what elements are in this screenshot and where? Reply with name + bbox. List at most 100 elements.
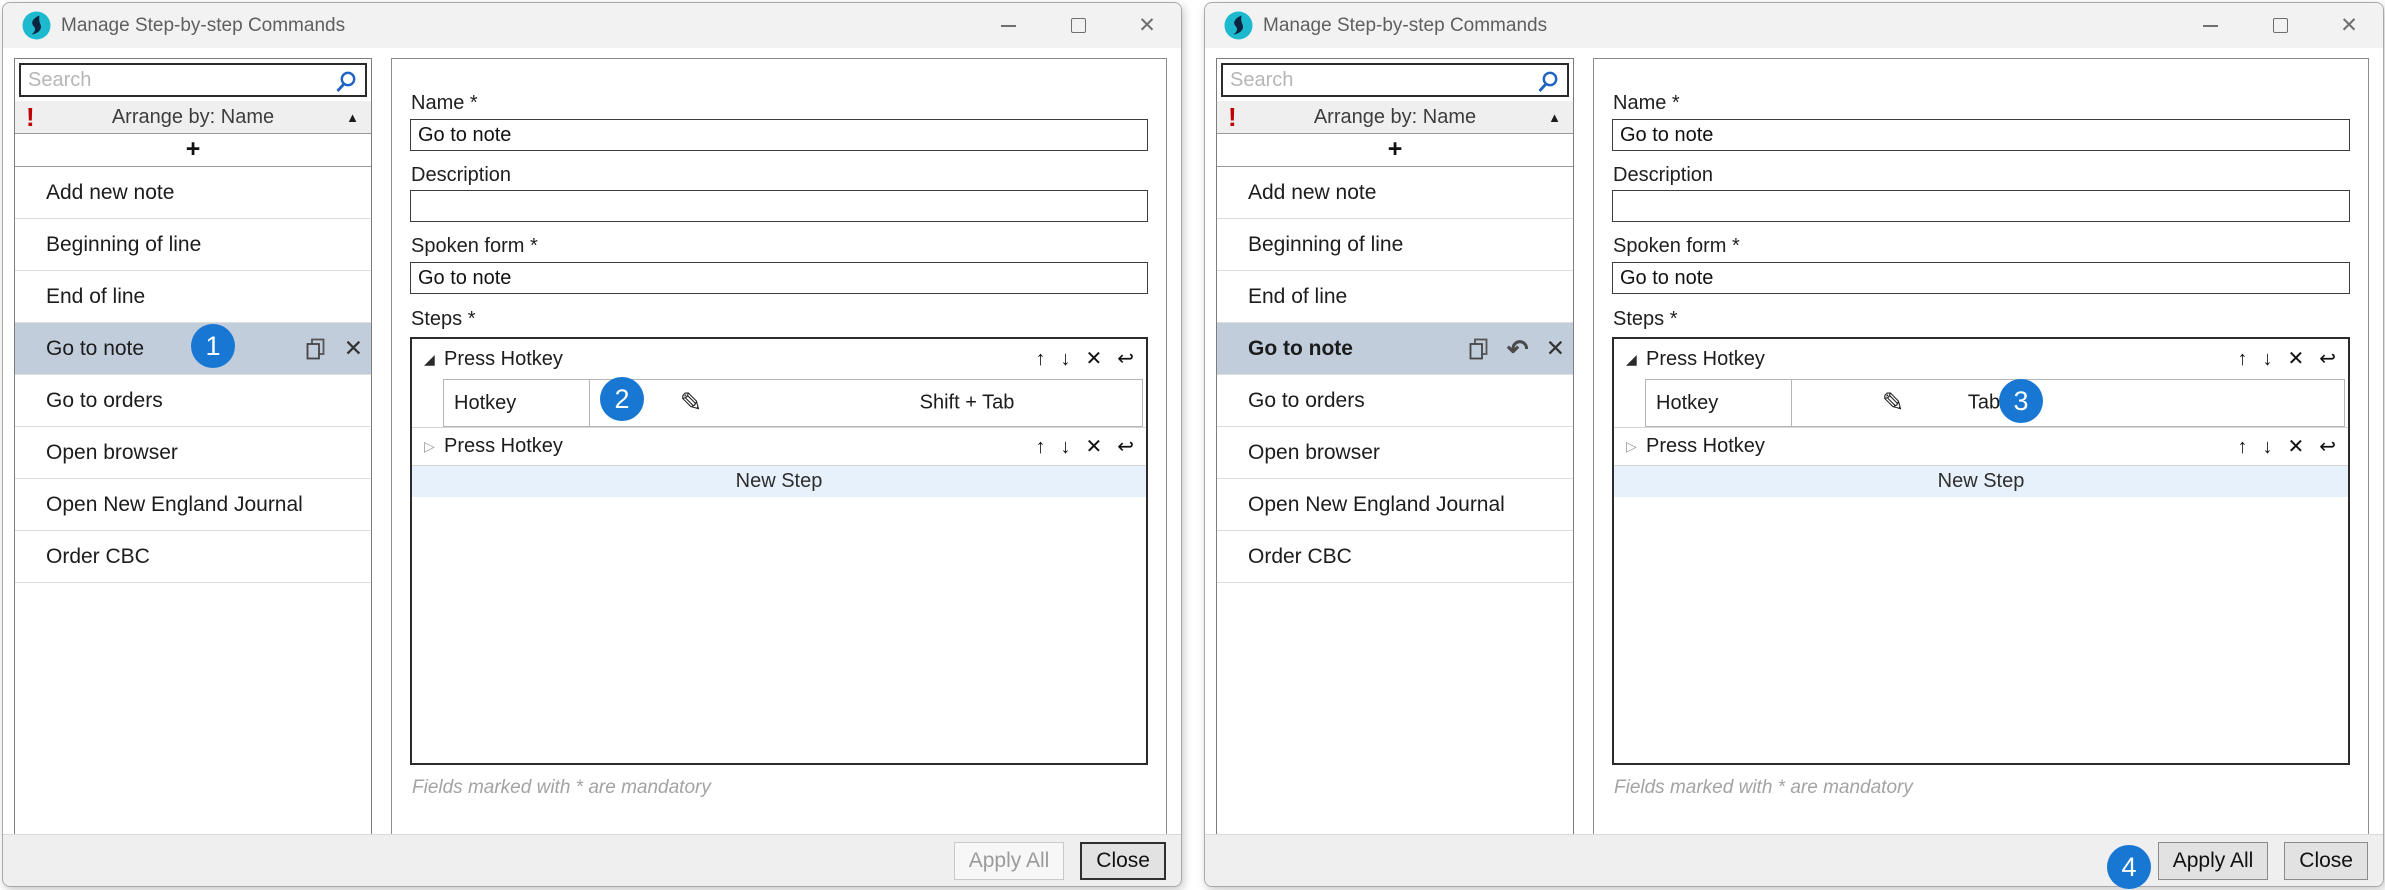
description-field[interactable]: [410, 190, 1148, 222]
step-press-hotkey-collapsed[interactable]: ▷ Press Hotkey ↑ ↓ ✕ ↩: [412, 427, 1146, 466]
move-step-down-icon[interactable]: ↓: [1060, 349, 1070, 369]
search-icon[interactable]: [1535, 69, 1561, 95]
expand-step-icon[interactable]: ▷: [424, 438, 444, 455]
collapse-step-icon[interactable]: ◢: [1626, 351, 1646, 368]
arrange-by-header[interactable]: ! Arrange by: Name ▲: [1217, 101, 1573, 134]
sidebar-item-end-of-line[interactable]: End of line: [1217, 271, 1573, 323]
description-label: Description: [411, 164, 511, 187]
search-input[interactable]: [1223, 65, 1567, 95]
close-button[interactable]: Close: [1080, 842, 1166, 880]
minimize-button[interactable]: [2187, 10, 2233, 41]
sidebar-item-open-new-england-journal[interactable]: Open New England Journal: [15, 479, 371, 531]
edit-hotkey-icon[interactable]: ✎: [680, 388, 703, 419]
spoken-form-label: Spoken form *: [411, 235, 538, 258]
reset-step-icon[interactable]: ↩: [1117, 349, 1134, 369]
maximize-icon: [1071, 18, 1086, 33]
mandatory-fields-note: Fields marked with * are mandatory: [412, 777, 711, 799]
annotation-badge-4: 4: [2107, 845, 2151, 889]
sidebar-item-add-new-note[interactable]: Add new note: [1217, 167, 1573, 219]
sidebar-item-open-browser[interactable]: Open browser: [15, 427, 371, 479]
apply-all-button[interactable]: Apply All: [2158, 842, 2269, 880]
maximize-button[interactable]: [1055, 10, 1101, 41]
close-button[interactable]: Close: [2284, 842, 2368, 880]
hotkey-value[interactable]: Tab: [1968, 392, 2000, 415]
spoken-form-field[interactable]: [1612, 262, 2350, 294]
new-step-button[interactable]: New Step: [412, 466, 1146, 497]
maximize-button[interactable]: [2257, 10, 2303, 41]
close-window-button[interactable]: ✕: [2326, 10, 2372, 41]
steps-list: ◢ Press Hotkey ↑ ↓ ✕ ↩ Hotkey ✎ Shift + …: [410, 337, 1148, 765]
description-field[interactable]: [1612, 190, 2350, 222]
annotation-badge-3: 3: [1999, 379, 2043, 423]
name-field[interactable]: [1612, 119, 2350, 151]
steps-label: Steps *: [411, 308, 475, 331]
delete-step-icon[interactable]: ✕: [1085, 349, 1102, 369]
add-command-button[interactable]: +: [15, 134, 371, 167]
search-icon[interactable]: [333, 69, 359, 95]
spoken-form-field[interactable]: [410, 262, 1148, 294]
sidebar-item-open-new-england-journal[interactable]: Open New England Journal: [1217, 479, 1573, 531]
search-input[interactable]: [21, 65, 365, 95]
command-detail-panel: Name * Description Spoken form * Steps *…: [1593, 58, 2369, 838]
move-step-up-icon[interactable]: ↑: [2237, 437, 2247, 457]
dialog-footer: Apply All Close: [1205, 834, 2383, 886]
apply-all-button[interactable]: Apply All: [954, 842, 1065, 880]
step-press-hotkey-expanded[interactable]: ◢ Press Hotkey ↑ ↓ ✕ ↩: [412, 339, 1146, 379]
edit-hotkey-icon[interactable]: ✎: [1882, 388, 1905, 419]
move-step-up-icon[interactable]: ↑: [2237, 349, 2247, 369]
delete-step-icon[interactable]: ✕: [2287, 437, 2304, 457]
sidebar-item-beginning-of-line[interactable]: Beginning of line: [1217, 219, 1573, 271]
annotation-badge-2: 2: [600, 377, 644, 421]
hotkey-editor-row: Hotkey ✎ Shift + Tab: [443, 379, 1143, 427]
delete-step-icon[interactable]: ✕: [1085, 437, 1102, 457]
move-step-down-icon[interactable]: ↓: [2262, 437, 2272, 457]
mandatory-fields-note: Fields marked with * are mandatory: [1614, 777, 1913, 799]
sidebar-item-go-to-orders[interactable]: Go to orders: [15, 375, 371, 427]
collapse-step-icon[interactable]: ◢: [424, 351, 444, 368]
command-detail-panel: Name * Description Spoken form * Steps *…: [391, 58, 1167, 838]
sidebar-item-add-new-note[interactable]: Add new note: [15, 167, 371, 219]
dialog-footer: Apply All Close: [3, 834, 1181, 886]
name-label: Name *: [411, 92, 478, 115]
description-label: Description: [1613, 164, 1713, 187]
undo-changes-icon[interactable]: ↶: [1507, 336, 1529, 362]
sidebar-item-open-browser[interactable]: Open browser: [1217, 427, 1573, 479]
sort-ascending-icon: ▲: [346, 110, 359, 125]
close-window-button[interactable]: ✕: [1124, 10, 1170, 41]
sidebar-item-order-cbc[interactable]: Order CBC: [1217, 531, 1573, 583]
delete-command-icon[interactable]: ✕: [344, 335, 363, 362]
dragon-app-icon: [1224, 11, 1253, 40]
delete-command-icon[interactable]: ✕: [1546, 335, 1565, 362]
window-manage-commands-before: Manage Step-by-step Commands ✕ ! Arrange…: [2, 2, 1182, 887]
sidebar-item-go-to-note-selected[interactable]: Go to note ↶ ✕: [1217, 323, 1573, 375]
minimize-icon: [2203, 25, 2218, 27]
titlebar[interactable]: Manage Step-by-step Commands ✕: [1205, 3, 2383, 48]
hotkey-value[interactable]: Shift + Tab: [920, 392, 1015, 415]
name-field[interactable]: [410, 119, 1148, 151]
titlebar[interactable]: Manage Step-by-step Commands ✕: [3, 3, 1181, 48]
sidebar-item-beginning-of-line[interactable]: Beginning of line: [15, 219, 371, 271]
delete-step-icon[interactable]: ✕: [2287, 349, 2304, 369]
minimize-button[interactable]: [985, 10, 1031, 41]
move-step-down-icon[interactable]: ↓: [1060, 437, 1070, 457]
sidebar-item-end-of-line[interactable]: End of line: [15, 271, 371, 323]
maximize-icon: [2273, 18, 2288, 33]
copy-command-icon[interactable]: [305, 337, 327, 361]
move-step-up-icon[interactable]: ↑: [1035, 349, 1045, 369]
step-press-hotkey-collapsed[interactable]: ▷ Press Hotkey ↑ ↓ ✕ ↩: [1614, 427, 2348, 466]
move-step-up-icon[interactable]: ↑: [1035, 437, 1045, 457]
add-command-button[interactable]: +: [1217, 134, 1573, 167]
reset-step-icon[interactable]: ↩: [1117, 437, 1134, 457]
expand-step-icon[interactable]: ▷: [1626, 438, 1646, 455]
sidebar-item-go-to-orders[interactable]: Go to orders: [1217, 375, 1573, 427]
move-step-down-icon[interactable]: ↓: [2262, 349, 2272, 369]
sidebar-item-order-cbc[interactable]: Order CBC: [15, 531, 371, 583]
reset-step-icon[interactable]: ↩: [2319, 349, 2336, 369]
copy-command-icon[interactable]: [1468, 337, 1490, 361]
reset-step-icon[interactable]: ↩: [2319, 437, 2336, 457]
search-box: [1221, 63, 1569, 97]
new-step-button[interactable]: New Step: [1614, 466, 2348, 497]
arrange-by-label: Arrange by: Name: [1217, 106, 1573, 129]
arrange-by-header[interactable]: ! Arrange by: Name ▲: [15, 101, 371, 134]
step-press-hotkey-expanded[interactable]: ◢ Press Hotkey ↑ ↓ ✕ ↩: [1614, 339, 2348, 379]
